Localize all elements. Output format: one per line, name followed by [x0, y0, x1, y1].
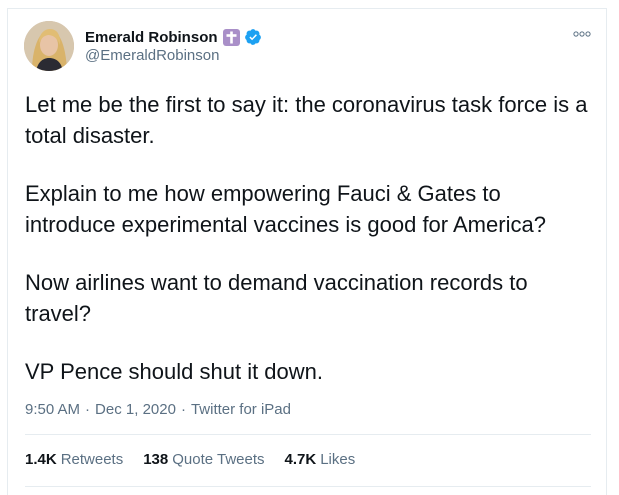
author-handle[interactable]: @EmeraldRobinson [85, 47, 219, 64]
tweet-time[interactable]: 9:50 AM [25, 401, 80, 418]
cross-icon [222, 28, 240, 46]
tweet-text: Let me be the first to say it: the coron… [25, 89, 595, 414]
likes-stat[interactable]: 4.7K Likes [285, 451, 356, 468]
tweet-card: Emerald Robinson @EmeraldRobinson Let me… [7, 8, 607, 495]
divider [25, 434, 591, 435]
retweets-stat[interactable]: 1.4K Retweets [25, 451, 123, 468]
quote-tweets-label: Quote Tweets [172, 451, 265, 468]
likes-count: 4.7K [284, 451, 317, 468]
quote-tweets-stat[interactable]: 138 Quote Tweets [143, 451, 264, 468]
meta-separator: · [180, 401, 186, 418]
divider [25, 486, 591, 487]
tweet-paragraph: Now airlines want to demand vaccination … [25, 270, 528, 326]
retweets-label: Retweets [60, 451, 124, 468]
avatar-image [24, 21, 74, 71]
tweet-source[interactable]: Twitter for iPad [191, 401, 291, 418]
display-name[interactable]: Emerald Robinson [85, 29, 218, 46]
tweet-paragraph: VP Pence should shut it down. [25, 359, 324, 384]
avatar[interactable] [24, 21, 74, 71]
verified-icon [244, 28, 262, 46]
more-options-icon[interactable] [572, 27, 592, 41]
likes-label: Likes [320, 451, 356, 468]
tweet-date[interactable]: Dec 1, 2020 [95, 401, 176, 418]
meta-separator: · [85, 401, 91, 418]
tweet-metadata: 9:50 AM · Dec 1, 2020 · Twitter for iPad [25, 401, 291, 418]
quote-tweets-count: 138 [143, 451, 169, 468]
author-name-row: Emerald Robinson [85, 27, 262, 47]
engagement-stats: 1.4K Retweets 138 Quote Tweets 4.7K Like… [25, 451, 375, 468]
retweets-count: 1.4K [25, 451, 57, 468]
tweet-paragraph: Explain to me how empowering Fauci & Gat… [25, 181, 546, 237]
tweet-paragraph: Let me be the first to say it: the coron… [25, 92, 588, 148]
